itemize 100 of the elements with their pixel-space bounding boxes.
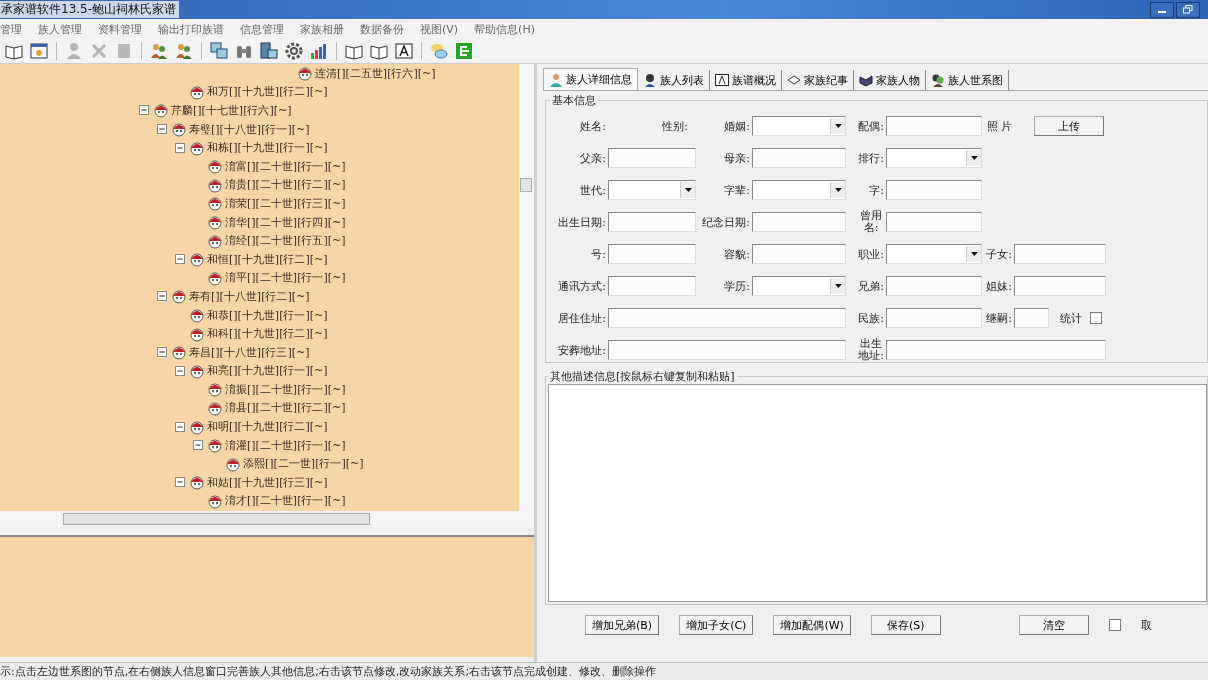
input-field[interactable] bbox=[886, 308, 982, 328]
field-label: 继嗣: bbox=[985, 310, 1012, 326]
input-field[interactable] bbox=[608, 308, 846, 328]
collapse-icon[interactable] bbox=[174, 141, 186, 154]
computer-button[interactable] bbox=[258, 40, 280, 62]
field-label: 出生地址: bbox=[858, 338, 884, 362]
menu-item[interactable]: 族人管理 bbox=[38, 21, 82, 37]
field-label: 父亲: bbox=[579, 150, 606, 166]
tree-node[interactable]: 连清[][二五世][行六][~] bbox=[315, 65, 436, 81]
field-label: 婚姻: bbox=[723, 118, 750, 134]
text-button[interactable] bbox=[393, 40, 415, 62]
menu-item[interactable]: 帮助信息(H) bbox=[474, 21, 535, 37]
scroll-thumb[interactable] bbox=[520, 178, 532, 192]
tree-node[interactable]: 淯经[][二十世][行五][~] bbox=[225, 233, 346, 249]
field-label: 学历: bbox=[723, 278, 750, 294]
input-field[interactable] bbox=[886, 340, 1106, 360]
menu-item[interactable]: 信息管理 bbox=[240, 21, 284, 37]
action-button[interactable]: 增加配偶(W) bbox=[773, 615, 851, 635]
tab[interactable]: 族人详细信息 bbox=[543, 68, 638, 90]
input-field[interactable] bbox=[1014, 244, 1106, 264]
tree-node[interactable]: 寿璧[][十八世][行一][~] bbox=[189, 121, 310, 137]
action-button[interactable]: 增加兄弟(B) bbox=[585, 615, 660, 635]
collapse-icon[interactable] bbox=[156, 290, 168, 303]
menu-item[interactable]: 视图(V) bbox=[420, 21, 459, 37]
vertical-scrollbar[interactable] bbox=[519, 64, 534, 511]
input-field[interactable] bbox=[1014, 276, 1106, 296]
input-field[interactable] bbox=[886, 116, 982, 136]
tree-node[interactable]: 和科[][十九世][行二][~] bbox=[207, 326, 328, 342]
collapse-icon[interactable] bbox=[174, 420, 186, 433]
tree-node[interactable]: 寿有[][十八世][行二][~] bbox=[189, 288, 310, 304]
caret-icon bbox=[834, 284, 842, 288]
collapse-icon[interactable] bbox=[174, 476, 186, 489]
tree-node[interactable]: 和栋[][十九世][行一][~] bbox=[207, 140, 328, 156]
windows-button[interactable] bbox=[208, 40, 230, 62]
action-button[interactable]: 增加子女(C) bbox=[679, 615, 754, 635]
minimize-button[interactable] bbox=[1150, 1, 1174, 18]
input-field[interactable] bbox=[752, 212, 846, 232]
tree-node[interactable]: 淯才[][二十世][行一][~] bbox=[225, 493, 346, 509]
collapse-icon[interactable] bbox=[156, 123, 168, 136]
people-icon bbox=[175, 42, 193, 60]
dropdown-field[interactable] bbox=[608, 180, 696, 200]
dropdown-field[interactable] bbox=[752, 180, 846, 200]
tree-node[interactable]: 淯平[][二十世][行一][~] bbox=[225, 270, 346, 286]
input-field[interactable] bbox=[1014, 308, 1049, 328]
person-icon bbox=[189, 362, 205, 379]
exit-button[interactable] bbox=[453, 40, 475, 62]
input-field[interactable] bbox=[608, 148, 696, 168]
dropdown-field[interactable] bbox=[752, 276, 846, 296]
input-field[interactable] bbox=[752, 148, 846, 168]
photo-label: 照 片 bbox=[985, 118, 1012, 134]
input-field[interactable] bbox=[608, 340, 846, 360]
collapse-icon[interactable] bbox=[156, 346, 168, 359]
menu-item[interactable]: 管理 bbox=[0, 21, 22, 37]
input-field[interactable] bbox=[886, 180, 982, 200]
tree-node[interactable]: 淯灌[][二十世][行一][~] bbox=[225, 437, 346, 453]
menu-item[interactable]: 家族相册 bbox=[300, 21, 344, 37]
tree-node[interactable]: 淯富[][二十世][行一][~] bbox=[225, 158, 346, 174]
input-field[interactable] bbox=[608, 212, 696, 232]
collapse-icon[interactable] bbox=[192, 439, 204, 452]
tree-node[interactable]: 和亮[][十九世][行一][~] bbox=[207, 363, 328, 379]
dropdown-field[interactable] bbox=[752, 116, 846, 136]
horizontal-scrollbar[interactable] bbox=[0, 511, 534, 527]
tree-node[interactable]: 和恭[][十九世][行一][~] bbox=[207, 307, 328, 323]
upload-button[interactable]: 上传 bbox=[1034, 116, 1104, 136]
checkbox[interactable] bbox=[1108, 619, 1121, 631]
collapse-icon[interactable] bbox=[174, 364, 186, 377]
tree-node[interactable]: 和姑[][十九世][行三][~] bbox=[207, 474, 328, 490]
person-icon bbox=[171, 344, 187, 361]
tree-node[interactable]: 淯荣[][二十世][行三][~] bbox=[225, 195, 346, 211]
dropdown-field[interactable] bbox=[886, 148, 982, 168]
tree-node[interactable]: 和万[][十九世][行二][~] bbox=[207, 84, 328, 100]
input-field[interactable] bbox=[886, 276, 982, 296]
menu-item[interactable]: 输出打印族谱 bbox=[158, 21, 224, 37]
collapse-icon[interactable] bbox=[174, 253, 186, 266]
input-field[interactable] bbox=[608, 276, 696, 296]
tree-node[interactable]: 和恒[][十九世][行二][~] bbox=[207, 251, 328, 267]
menu-item[interactable]: 资料管理 bbox=[98, 21, 142, 37]
scroll-thumb[interactable] bbox=[63, 513, 370, 525]
gear-button[interactable] bbox=[283, 40, 305, 62]
collapse-icon[interactable] bbox=[138, 104, 150, 117]
tree-node[interactable]: 添熙[][二一世][行一][~] bbox=[243, 456, 364, 472]
tree-node[interactable]: 淯县[][二十世][行二][~] bbox=[225, 400, 346, 416]
checkbox[interactable] bbox=[1090, 312, 1102, 324]
tree-node[interactable]: 淯贵[][二十世][行二][~] bbox=[225, 177, 346, 193]
input-field[interactable] bbox=[752, 244, 846, 264]
input-field[interactable] bbox=[886, 212, 982, 232]
tree-node[interactable]: 和明[][十九世][行二][~] bbox=[207, 419, 328, 435]
restore-button[interactable] bbox=[1176, 1, 1200, 18]
tree-node[interactable]: 寿昌[][十八世][行三][~] bbox=[189, 344, 310, 360]
field-label: 容貌: bbox=[723, 246, 750, 262]
person-icon bbox=[171, 121, 187, 138]
tree-node[interactable]: 淯华[][二十世][行四][~] bbox=[225, 214, 346, 230]
tree-node[interactable]: 芹麟[][十七世][行六][~] bbox=[171, 103, 292, 118]
action-button[interactable]: 保存(S) bbox=[870, 615, 941, 635]
window-button[interactable] bbox=[28, 40, 50, 62]
dropdown-field[interactable] bbox=[886, 244, 982, 264]
action-button[interactable]: 清空 bbox=[1018, 615, 1089, 635]
menu-item[interactable]: 数据备份 bbox=[360, 21, 404, 37]
tree-node[interactable]: 淯振[][二十世][行一][~] bbox=[225, 381, 346, 397]
input-field[interactable] bbox=[608, 244, 696, 264]
